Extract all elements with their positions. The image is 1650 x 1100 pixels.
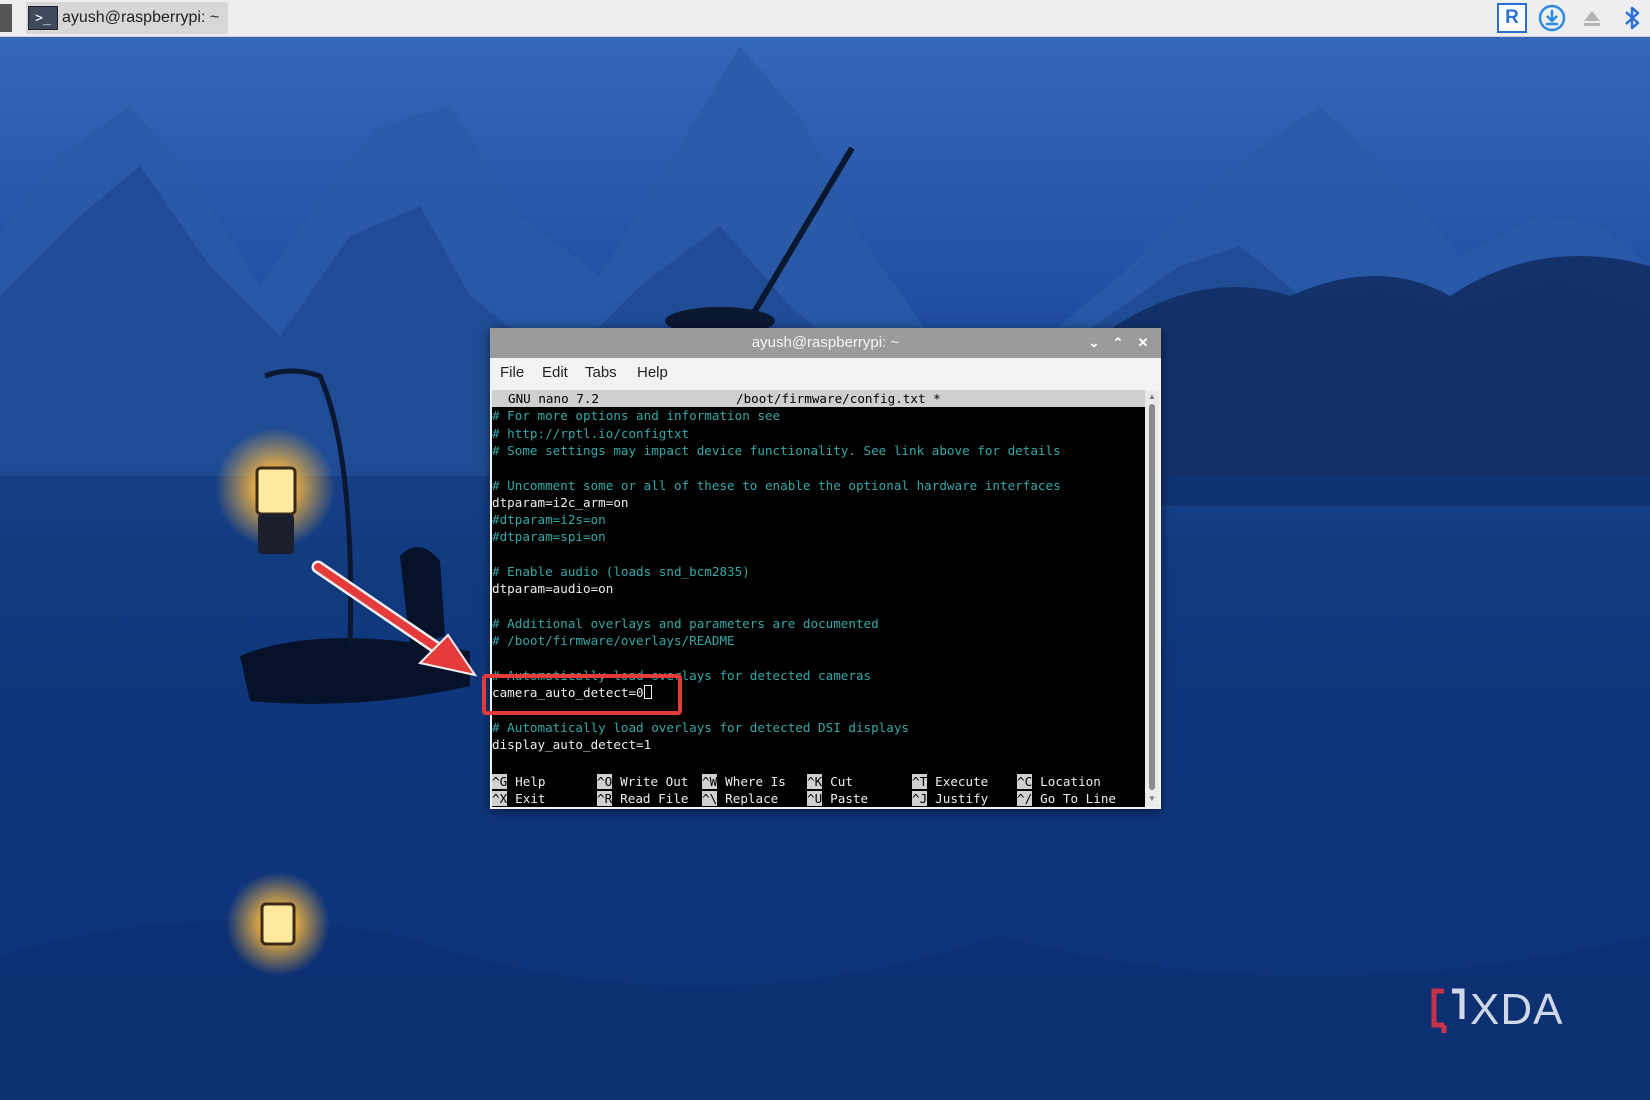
terminal-scrollbar[interactable]: ▲ ▼: [1145, 390, 1159, 807]
window-title: ayush@raspberrypi: ~: [751, 334, 900, 351]
menu-tabs[interactable]: Tabs: [585, 358, 617, 388]
shortcut-key: ^\: [702, 791, 718, 807]
shortcut-label: Cut: [830, 774, 853, 789]
editor-line: # Some settings may impact device functi…: [492, 442, 1061, 458]
editor-line: dtparam=i2c_arm=on: [492, 494, 629, 510]
scrollbar-thumb[interactable]: [1149, 404, 1155, 790]
shortcut-label: Write Out: [620, 774, 689, 789]
editor-line: # /boot/firmware/overlays/README: [492, 633, 735, 649]
maximize-button[interactable]: ⌃: [1106, 328, 1130, 358]
nano-filename: /boot/firmware/config.txt *: [736, 391, 941, 406]
shortcut-item: ^U Paste: [807, 790, 868, 807]
terminal-screen[interactable]: GNU nano 7.2 /boot/firmware/config.txt *…: [492, 390, 1145, 807]
shortcut-key: ^G: [492, 774, 508, 789]
eject-tray-button[interactable]: [1574, 0, 1610, 36]
shortcut-label: Replace: [725, 791, 779, 807]
shortcut-key: ^C: [1017, 774, 1033, 789]
shortcut-item: ^J Justify: [912, 790, 988, 807]
updater-tray-button[interactable]: [1534, 0, 1570, 36]
shortcut-label: Help: [515, 774, 546, 789]
window-titlebar[interactable]: ayush@raspberrypi: ~ ⌄ ⌃ ✕: [490, 328, 1161, 358]
shortcut-key: ^K: [807, 774, 823, 789]
bluetooth-tray-button[interactable]: [1614, 0, 1650, 36]
shortcut-key: ^U: [807, 791, 823, 807]
xda-wordmark: XDA: [1470, 985, 1564, 1034]
bluetooth-icon: [1625, 6, 1640, 30]
eject-icon: [1584, 11, 1600, 26]
scroll-up-icon[interactable]: ▲: [1147, 392, 1157, 402]
shortcut-key: ^J: [912, 791, 928, 807]
editor-line: #dtparam=i2s=on: [492, 512, 606, 528]
editor-line: display_auto_detect=1: [492, 737, 652, 752]
shortcut-label: Paste: [830, 791, 869, 807]
close-button[interactable]: ✕: [1131, 328, 1155, 358]
taskbar: >_ ayush@raspberrypi: ~ R: [0, 0, 1650, 37]
shortcut-key: ^/: [1017, 791, 1033, 807]
editor-line: # Additional overlays and parameters are…: [492, 615, 879, 631]
xda-watermark: XDA: [1430, 985, 1563, 1035]
editor-line: # Automatically load overlays for detect…: [492, 719, 910, 735]
shortcut-label: Where Is: [725, 774, 786, 789]
shortcut-label: Exit: [515, 791, 546, 807]
shortcut-key: ^X: [492, 791, 508, 807]
editor-line: # http://rptl.io/configtxt: [492, 425, 690, 441]
shortcut-label: Go To Line: [1040, 791, 1116, 807]
updater-icon: [1538, 4, 1566, 32]
menu-help[interactable]: Help: [637, 358, 668, 388]
highlight-annotation: [482, 674, 682, 715]
menu-file[interactable]: File: [500, 358, 524, 388]
editor-line: dtparam=audio=on: [492, 581, 614, 597]
shortcut-item: ^G Help: [492, 773, 546, 790]
arrow-annotation: [311, 560, 478, 677]
terminal-icon: >_: [28, 6, 58, 30]
shortcut-item: ^R Read File: [597, 790, 688, 807]
shortcut-key: ^W: [702, 774, 718, 789]
terminal-window: ayush@raspberrypi: ~ ⌄ ⌃ ✕ File Edit Tab…: [490, 328, 1161, 809]
xda-bracket-icon: [1431, 988, 1465, 1033]
minimize-button[interactable]: ⌄: [1082, 328, 1106, 358]
nano-header: GNU nano 7.2 /boot/firmware/config.txt *: [492, 390, 1145, 408]
vnc-tray-button[interactable]: R: [1494, 0, 1530, 36]
shortcut-item: ^K Cut: [807, 773, 853, 790]
shortcut-key: ^T: [912, 774, 928, 789]
window-menubar: File Edit Tabs Help: [490, 358, 1161, 388]
taskbar-terminal-item[interactable]: >_ ayush@raspberrypi: ~: [26, 2, 228, 34]
nano-version: GNU nano 7.2: [508, 391, 599, 406]
shortcut-item: ^C Location: [1017, 773, 1101, 790]
editor-line: # Uncomment some or all of these to enab…: [492, 477, 1061, 493]
shortcut-label: Execute: [935, 774, 989, 789]
shortcut-item: ^\ Replace: [702, 790, 778, 807]
shortcut-item: ^/ Go To Line: [1017, 790, 1116, 807]
shortcut-label: Justify: [935, 791, 989, 807]
system-tray: R: [1490, 0, 1650, 36]
vnc-icon: R: [1497, 3, 1527, 33]
shortcut-label: Read File: [620, 791, 689, 807]
shortcut-label: Location: [1040, 774, 1101, 789]
shortcut-item: ^O Write Out: [597, 773, 688, 790]
editor-line: #dtparam=spi=on: [492, 529, 606, 545]
shortcut-item: ^W Where Is: [702, 773, 786, 790]
editor-line: # Enable audio (loads snd_bcm2835): [492, 564, 750, 579]
shortcut-key: ^R: [597, 791, 613, 807]
editor-line: # For more options and information see: [492, 408, 781, 424]
scroll-down-icon[interactable]: ▼: [1147, 794, 1157, 804]
shortcut-key: ^O: [597, 774, 613, 789]
shortcut-item: ^T Execute: [912, 773, 988, 790]
app-menu-button[interactable]: [0, 4, 12, 32]
taskbar-item-label: ayush@raspberrypi: ~: [62, 9, 220, 26]
menu-edit[interactable]: Edit: [542, 358, 568, 388]
shortcut-item: ^X Exit: [492, 790, 546, 807]
